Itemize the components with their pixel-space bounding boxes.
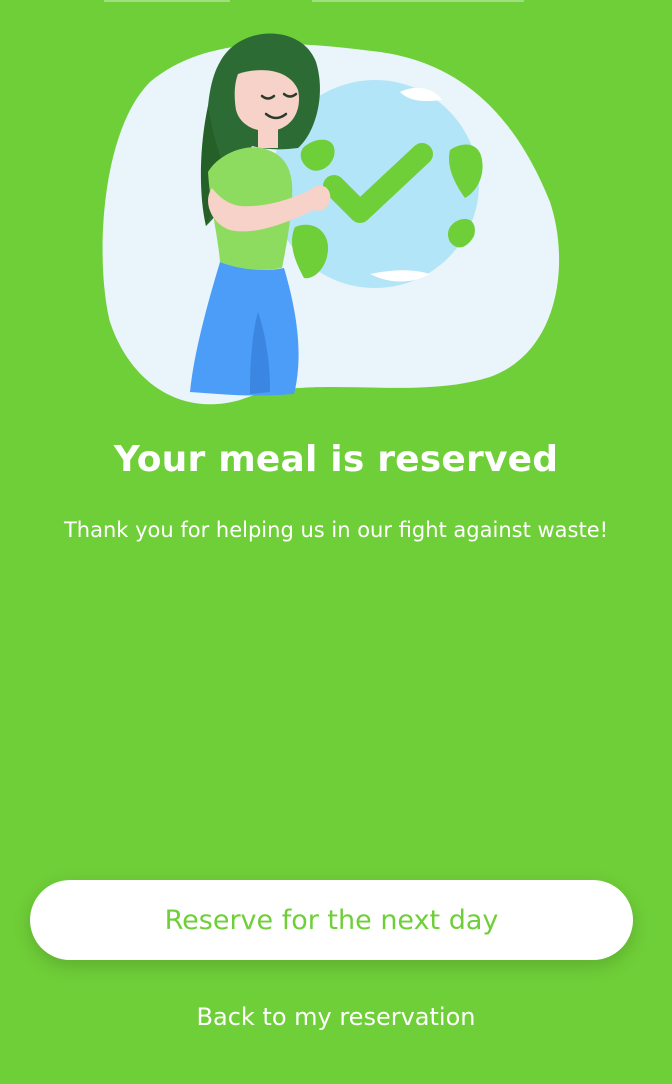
confirmation-message: Thank you for helping us in our fight ag… [63, 518, 609, 542]
top-indicator-right [312, 0, 524, 2]
woman-hugging-globe-checkmark-icon [102, 33, 560, 405]
top-indicator-left [104, 0, 230, 2]
back-to-reservation-link[interactable]: Back to my reservation [0, 998, 672, 1036]
reserve-next-day-button[interactable]: Reserve for the next day [30, 880, 633, 960]
confirmation-illustration [90, 22, 580, 412]
page-title: Your meal is reserved [113, 439, 559, 480]
